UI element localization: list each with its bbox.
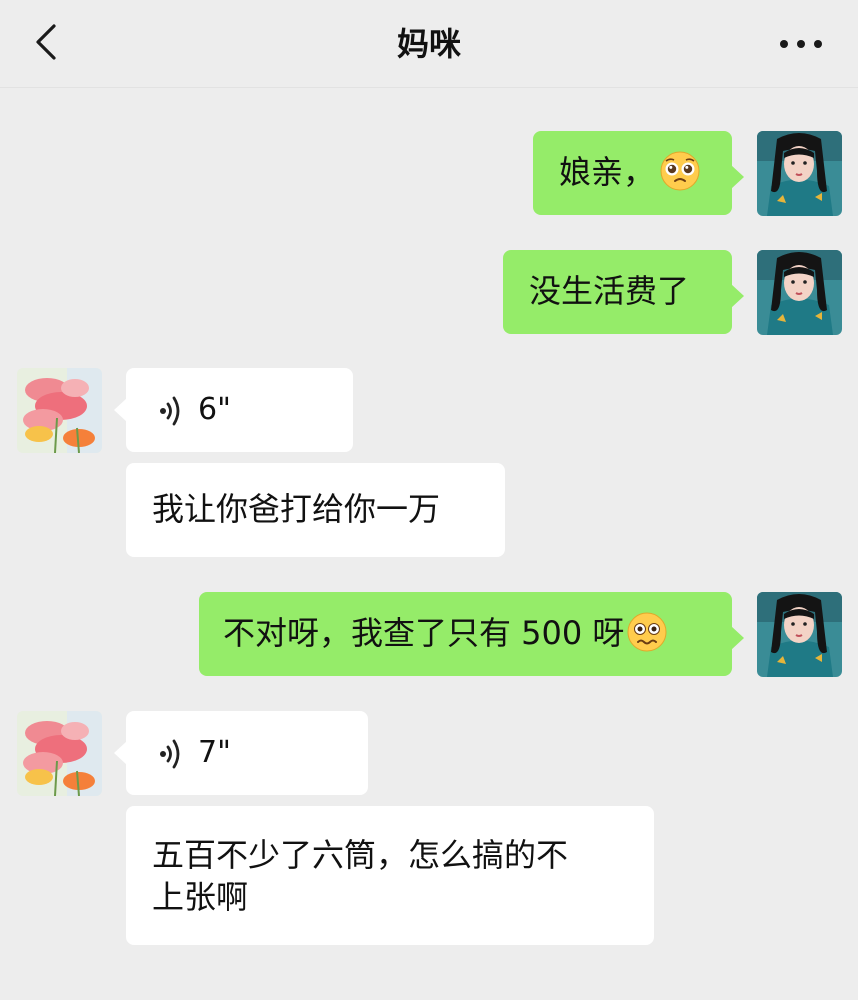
avatar-image	[757, 131, 842, 216]
more-button[interactable]	[778, 30, 824, 58]
mom-avatar[interactable]	[17, 368, 102, 453]
voice-wave-icon	[160, 396, 180, 426]
message-text: 我让你爸打给你一万	[152, 490, 441, 528]
chat-title: 妈咪	[396, 25, 461, 63]
message-text-line-1: 五百不少了六筒，怎么搞的不	[152, 836, 569, 874]
flower-avatar-image	[17, 368, 102, 453]
voice-duration: 7"	[198, 735, 231, 770]
message-bubble-sent[interactable]: 娘亲，	[533, 131, 744, 215]
voice-wave-icon	[160, 739, 180, 769]
pleading-face-icon	[660, 151, 700, 191]
message-text: 不对呀，我查了只有 500 呀	[223, 614, 625, 652]
flower-avatar-image	[17, 711, 102, 796]
message-bubble-sent[interactable]: 不对呀，我查了只有 500 呀	[199, 592, 744, 676]
mom-avatar[interactable]	[17, 711, 102, 796]
more-dots-icon	[780, 40, 822, 48]
message-bubble-received[interactable]: 我让你爸打给你一万	[126, 463, 505, 557]
message-bubble-received[interactable]: 五百不少了六筒，怎么搞的不 上张啊	[126, 806, 654, 945]
message-text: 娘亲，	[559, 153, 656, 191]
my-avatar[interactable]	[757, 131, 842, 216]
avatar-image	[757, 250, 842, 335]
my-avatar[interactable]	[757, 592, 842, 677]
avatar-image	[757, 592, 842, 677]
my-avatar[interactable]	[757, 250, 842, 335]
chat-header: 妈咪	[0, 0, 858, 88]
voice-message-bubble[interactable]: 6"	[114, 368, 353, 452]
message-text-line-2: 上张啊	[152, 878, 249, 916]
voice-duration: 6"	[198, 392, 231, 427]
message-text: 没生活费了	[529, 272, 690, 310]
woozy-face-icon	[627, 612, 667, 652]
message-bubble-sent[interactable]: 没生活费了	[503, 250, 744, 334]
voice-message-bubble[interactable]: 7"	[114, 711, 368, 795]
